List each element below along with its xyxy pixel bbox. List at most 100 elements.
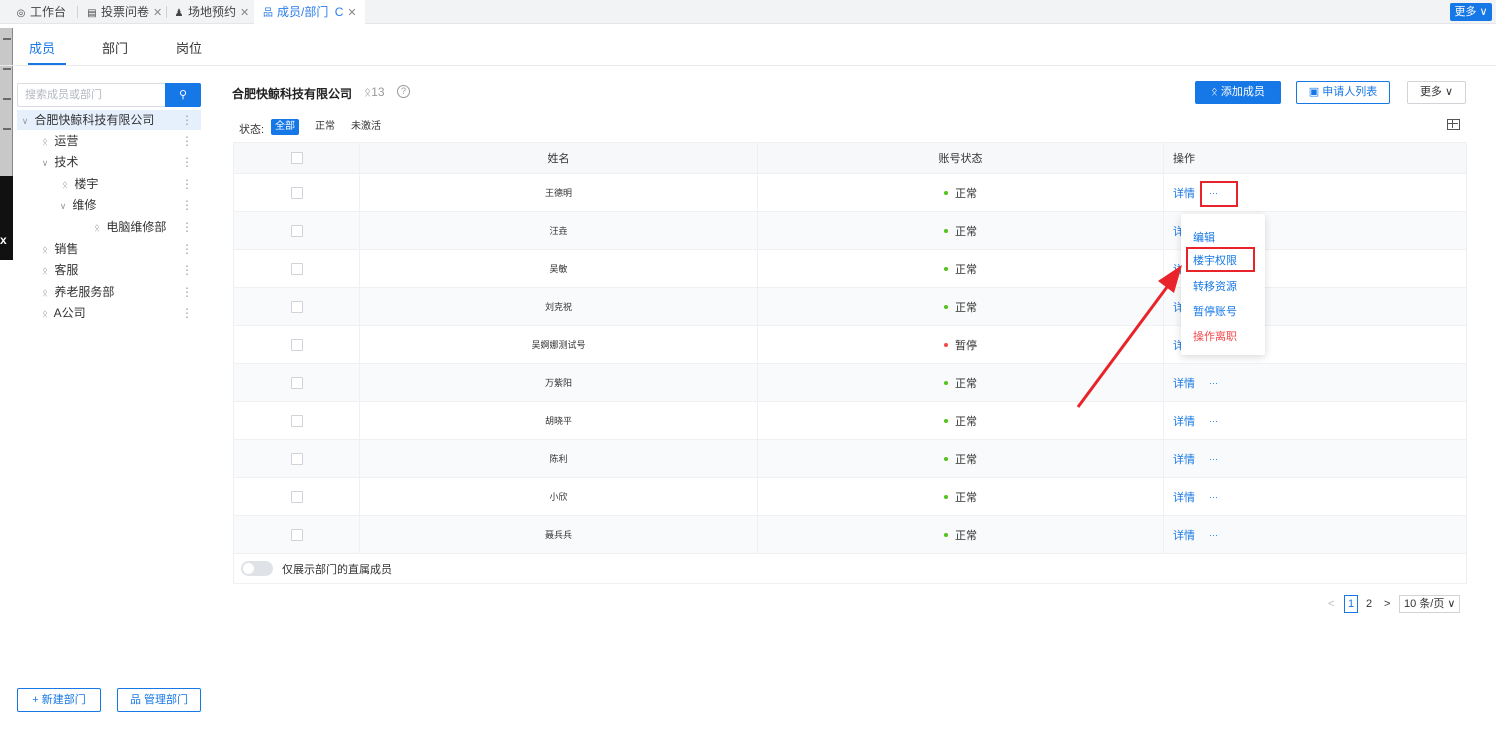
tab-positions[interactable]: 岗位 xyxy=(176,38,202,57)
more-actions-icon[interactable]: ··· xyxy=(1209,416,1218,426)
row-action-menu: 编辑 楼宇权限 转移资源 暂停账号 操作离职 xyxy=(1181,214,1265,355)
column-header-status[interactable]: 账号状态 xyxy=(758,143,1164,173)
tree-item-building[interactable]: ᛟ 楼宇 ⋮ xyxy=(17,174,201,194)
more-dropdown-button[interactable]: 更多 ∨ xyxy=(1407,81,1466,104)
chevron-down-icon[interactable]: ∨ xyxy=(19,111,31,131)
pagination-page-1[interactable]: 1 xyxy=(1344,595,1358,613)
close-icon[interactable]: ✕ xyxy=(240,7,249,19)
document-icon: ▤ xyxy=(87,8,97,19)
sub-tab-bar: 成员 部门 岗位 xyxy=(0,28,1496,66)
more-vertical-icon[interactable]: ⋮ xyxy=(181,174,193,194)
help-icon[interactable]: ? xyxy=(397,85,410,98)
more-vertical-icon[interactable]: ⋮ xyxy=(181,110,193,130)
table-row: 小欣 正常 详情 ··· xyxy=(234,478,1466,516)
more-vertical-icon[interactable]: ⋮ xyxy=(181,152,193,172)
menu-item-resign[interactable]: 操作离职 xyxy=(1193,328,1237,344)
menu-item-edit[interactable]: 编辑 xyxy=(1193,229,1215,245)
applicant-list-button[interactable]: ▣ 申请人列表 xyxy=(1296,81,1390,104)
detail-link[interactable]: 详情 xyxy=(1173,527,1195,543)
member-name: 王德明 xyxy=(360,174,758,211)
tabs-more-button[interactable]: 更多 ∨ xyxy=(1450,3,1492,21)
more-vertical-icon[interactable]: ⋮ xyxy=(181,195,193,215)
member-search-box[interactable] xyxy=(17,83,165,107)
row-checkbox[interactable] xyxy=(290,262,303,275)
more-vertical-icon[interactable]: ⋮ xyxy=(181,260,193,280)
new-department-button[interactable]: + 新建部门 xyxy=(17,688,101,712)
status-text: 正常 xyxy=(955,263,977,276)
search-button[interactable]: ⚲ xyxy=(165,83,201,107)
more-vertical-icon[interactable]: ⋮ xyxy=(181,217,193,237)
left-edge-panel-dark xyxy=(0,176,13,260)
chevron-down-icon[interactable]: ∨ xyxy=(57,196,69,216)
menu-item-suspend-account[interactable]: 暂停账号 xyxy=(1193,303,1237,319)
table-row: 汪垚 正常 详 xyxy=(234,212,1466,250)
add-member-button[interactable]: ᛟ 添加成员 xyxy=(1195,81,1281,104)
detail-link[interactable]: 详情 xyxy=(1173,489,1195,505)
row-checkbox[interactable] xyxy=(290,414,303,427)
refresh-icon[interactable]: C xyxy=(335,5,344,19)
checkbox-cell xyxy=(234,174,360,211)
page-size-select[interactable]: 10 条/页 ∨ xyxy=(1399,595,1461,613)
tab-workbench[interactable]: ◎ 工作台 xyxy=(15,0,66,24)
top-tab-bar: ◎ 工作台 ▤ 投票问卷 ✕ ♟ 场地预约 ✕ 品成员/部门 C ✕ 更多 ∨ xyxy=(0,0,1496,24)
column-settings-icon[interactable] xyxy=(1447,119,1460,130)
checkbox-cell xyxy=(234,402,360,439)
select-all-checkbox[interactable] xyxy=(290,152,303,164)
status-filter-normal[interactable]: 正常 xyxy=(311,119,339,135)
tree-item-operations[interactable]: ᛟ 运营 ⋮ xyxy=(17,131,201,151)
direct-members-toggle[interactable] xyxy=(241,561,273,576)
row-checkbox[interactable] xyxy=(290,338,303,351)
more-actions-icon[interactable]: ··· xyxy=(1209,378,1218,388)
more-vertical-icon[interactable]: ⋮ xyxy=(181,239,193,259)
person-icon: ᛟ xyxy=(42,137,48,148)
tab-departments[interactable]: 部门 xyxy=(102,38,128,57)
more-vertical-icon[interactable]: ⋮ xyxy=(181,282,193,302)
more-vertical-icon[interactable]: ⋮ xyxy=(181,131,193,151)
column-header-name[interactable]: 姓名 xyxy=(360,143,758,173)
tab-vote[interactable]: ▤ 投票问卷 ✕ xyxy=(86,0,162,24)
more-actions-icon[interactable]: ··· xyxy=(1209,530,1218,540)
status-filter-inactive[interactable]: 未激活 xyxy=(347,119,385,135)
status-cell: 正常 xyxy=(758,174,1164,211)
tree-item-tech[interactable]: ∨ 技术 ⋮ xyxy=(17,152,201,172)
row-checkbox[interactable] xyxy=(290,186,303,199)
annotation-arrow xyxy=(1076,265,1182,408)
more-actions-icon[interactable]: ··· xyxy=(1209,454,1218,464)
pagination-page-2[interactable]: 2 xyxy=(1366,595,1372,613)
row-checkbox[interactable] xyxy=(290,300,303,313)
search-input[interactable] xyxy=(18,84,158,106)
row-checkbox[interactable] xyxy=(290,376,303,389)
menu-item-transfer-resources[interactable]: 转移资源 xyxy=(1193,278,1237,294)
pagination-next[interactable]: > xyxy=(1384,595,1390,613)
close-icon[interactable]: ✕ xyxy=(153,7,162,19)
status-filter-all[interactable]: 全部 xyxy=(271,119,299,135)
tab-venue[interactable]: ♟ 场地预约 ✕ xyxy=(173,0,250,24)
tab-members-sub[interactable]: 成员 xyxy=(29,38,55,57)
org-icon: 品 xyxy=(263,8,273,19)
table-row: 吴婀娜测试号 暂停 详 xyxy=(234,326,1466,364)
tree-item-sales[interactable]: ᛟ 销售 ⋮ xyxy=(17,239,201,259)
pagination-prev[interactable]: < xyxy=(1328,595,1334,613)
row-checkbox[interactable] xyxy=(290,224,303,237)
row-checkbox[interactable] xyxy=(290,490,303,503)
tree-item-pc-repair[interactable]: ᛟ 电脑维修部 ⋮ xyxy=(17,217,201,237)
close-icon[interactable]: ✕ xyxy=(347,7,356,19)
row-checkbox[interactable] xyxy=(290,452,303,465)
tree-item-elderly-care[interactable]: ᛟ 养老服务部 ⋮ xyxy=(17,282,201,302)
tree-item-label: 养老服务部 xyxy=(54,285,115,299)
tab-members[interactable]: 品成员/部门 C ✕ xyxy=(254,0,365,24)
tree-item-a-company[interactable]: ᛟ A公司 ⋮ xyxy=(17,303,201,323)
more-vertical-icon[interactable]: ⋮ xyxy=(181,303,193,323)
tree-item-repair[interactable]: ∨ 维修 ⋮ xyxy=(17,195,201,215)
member-name: 吴敏 xyxy=(360,250,758,287)
tree-item-support[interactable]: ᛟ 客服 ⋮ xyxy=(17,260,201,280)
manage-department-button[interactable]: 品 管理部门 xyxy=(117,688,201,712)
detail-link[interactable]: 详情 xyxy=(1173,451,1195,467)
more-actions-icon[interactable]: ··· xyxy=(1209,492,1218,502)
checkbox-cell xyxy=(234,516,360,553)
tree-item-company[interactable]: ∨ 合肥快鲸科技有限公司 ⋮ xyxy=(17,110,201,130)
status-dot xyxy=(944,266,948,271)
chevron-down-icon[interactable]: ∨ xyxy=(39,153,51,173)
detail-link[interactable]: 详情 xyxy=(1173,185,1195,201)
row-checkbox[interactable] xyxy=(290,528,303,541)
